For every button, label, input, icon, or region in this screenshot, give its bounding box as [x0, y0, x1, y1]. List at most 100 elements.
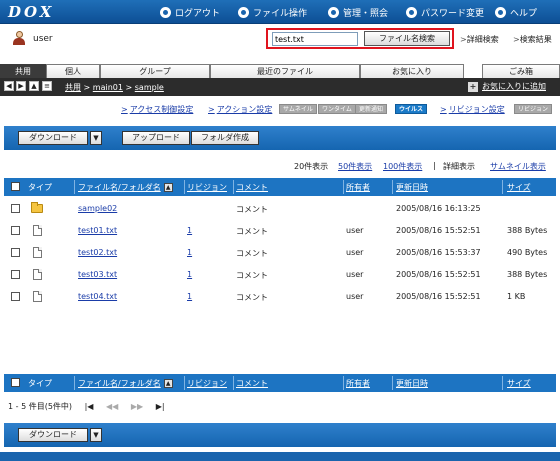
row-size: 388 Bytes — [507, 270, 548, 279]
table-row[interactable]: test01.txt 1 コメント user 2005/08/16 15:52:… — [4, 220, 556, 242]
file-icon — [33, 291, 42, 302]
breadcrumb-item-shared[interactable]: 共用 — [65, 83, 81, 92]
sort-asc-icon[interactable]: ▲ — [163, 183, 173, 192]
column-updated[interactable]: 更新日時 — [396, 378, 428, 389]
nav-help[interactable]: ヘルプ — [495, 5, 537, 19]
row-checkbox[interactable] — [11, 248, 20, 257]
row-owner: user — [346, 292, 364, 301]
search-results-link[interactable]: >検索結果 — [513, 34, 552, 45]
search-input[interactable] — [272, 32, 358, 46]
table-footer-header: タイプ ファイル名/フォルダ名 ▲ リビジョン コメント 所有者 更新日時 サイズ — [4, 374, 556, 392]
footer-bar — [0, 452, 560, 461]
revision-settings-link[interactable]: リビジョン設定 — [440, 104, 505, 115]
upload-button[interactable]: アップロード — [122, 131, 190, 145]
column-size[interactable]: サイズ — [507, 378, 531, 389]
path-bar: ◀ ▶ ▲ ≡ 共用 > main01 > sample + お気に入りに追加 — [0, 78, 560, 96]
virus-pill[interactable]: ウイルス — [395, 104, 428, 114]
download-button[interactable]: ダウンロード — [18, 131, 88, 145]
row-revision-link[interactable]: 1 — [187, 226, 192, 235]
update-notify-pill[interactable]: 更新通知 — [355, 104, 388, 114]
row-name-link[interactable]: test02.txt — [78, 248, 117, 257]
breadcrumb-item-sample[interactable]: sample — [135, 83, 164, 92]
row-updated: 2005/08/16 15:53:37 — [396, 248, 481, 257]
download-button-bottom[interactable]: ダウンロード — [18, 428, 88, 442]
pager-summary: 1 - 5 件目(5件中) — [8, 402, 73, 411]
sort-asc-icon[interactable]: ▲ — [163, 379, 173, 388]
row-comment: コメント — [236, 293, 268, 302]
tab-bar: 共用 個人 グループ 最近のファイル お気に入り ごみ箱 — [0, 64, 560, 78]
tab-recent-files[interactable]: 最近のファイル — [210, 64, 360, 78]
access-control-settings-link[interactable]: アクセス制御設定 — [121, 104, 194, 115]
tab-personal[interactable]: 個人 — [46, 64, 100, 78]
revision-pill[interactable]: リビジョン — [514, 104, 553, 114]
forward-arrow-icon[interactable]: ▶ — [16, 81, 26, 91]
table-row[interactable]: test02.txt 1 コメント user 2005/08/16 15:53:… — [4, 242, 556, 264]
nav-logout[interactable]: ログアウト — [160, 5, 220, 19]
column-comment[interactable]: コメント — [236, 182, 268, 193]
row-updated: 2005/08/16 15:52:51 — [396, 292, 481, 301]
row-name-link[interactable]: test03.txt — [78, 270, 117, 279]
next-page-icon[interactable]: ▶▶ — [131, 402, 143, 411]
row-checkbox[interactable] — [11, 204, 20, 213]
row-size: 1 KB — [507, 292, 526, 301]
plus-icon: + — [468, 82, 478, 92]
select-all-checkbox-bottom[interactable] — [11, 378, 20, 387]
back-arrow-icon[interactable]: ◀ — [4, 81, 14, 91]
last-page-icon[interactable]: ▶| — [156, 402, 165, 411]
breadcrumb-item-main01[interactable]: main01 — [93, 83, 123, 92]
thumbnail-view-link[interactable]: サムネイル表示 — [490, 161, 546, 172]
row-name-link[interactable]: test01.txt — [78, 226, 117, 235]
column-owner[interactable]: 所有者 — [346, 182, 370, 193]
onetime-pill[interactable]: ワンタイム — [318, 104, 356, 114]
column-type: タイプ — [28, 183, 52, 192]
nav-password-change[interactable]: パスワード変更 — [406, 5, 484, 19]
column-owner[interactable]: 所有者 — [346, 378, 370, 389]
table-row[interactable]: test03.txt 1 コメント user 2005/08/16 15:52:… — [4, 264, 556, 286]
row-name-link[interactable]: sample02 — [78, 204, 117, 213]
nav-admin[interactable]: 管理・照会 — [328, 5, 388, 19]
bottom-toolbar: ダウンロード ▼ — [4, 423, 556, 447]
pager: 1 - 5 件目(5件中) |◀ ◀◀ ▶▶ ▶| — [8, 401, 175, 412]
column-updated[interactable]: 更新日時 — [396, 182, 428, 193]
download-dropdown-arrow-icon[interactable]: ▼ — [90, 428, 102, 442]
thumbnail-pill[interactable]: サムネイル — [279, 104, 317, 114]
first-page-icon[interactable]: |◀ — [85, 402, 94, 411]
tree-view-icon[interactable]: ≡ — [42, 81, 52, 91]
table-row[interactable]: test04.txt 1 コメント user 2005/08/16 15:52:… — [4, 286, 556, 308]
row-name-link[interactable]: test04.txt — [78, 292, 117, 301]
row-checkbox[interactable] — [11, 292, 20, 301]
tab-favorites[interactable]: お気に入り — [360, 64, 464, 78]
column-comment[interactable]: コメント — [236, 378, 268, 389]
table-row[interactable]: sample02 コメント 2005/08/16 16:13:25 — [4, 198, 556, 220]
row-checkbox[interactable] — [11, 226, 20, 235]
advanced-search-link[interactable]: >詳細検索 — [460, 34, 499, 45]
action-settings-link[interactable]: アクション設定 — [208, 104, 273, 115]
add-favorite-link[interactable]: + お気に入りに追加 — [468, 81, 546, 92]
view-100-link[interactable]: 100件表示 — [383, 161, 422, 172]
nav-file-operation[interactable]: ファイル操作 — [238, 5, 307, 19]
tab-trash[interactable]: ごみ箱 — [482, 64, 560, 78]
download-dropdown-arrow-icon[interactable]: ▼ — [90, 131, 102, 145]
create-folder-button[interactable]: フォルダ作成 — [191, 131, 259, 145]
filename-search-button[interactable]: ファイル名検索 — [364, 31, 450, 46]
row-checkbox[interactable] — [11, 270, 20, 279]
row-comment: コメント — [236, 227, 268, 236]
column-name[interactable]: ファイル名/フォルダ名 ▲ — [78, 378, 173, 389]
row-revision-link[interactable]: 1 — [187, 292, 192, 301]
column-name[interactable]: ファイル名/フォルダ名 ▲ — [78, 182, 173, 193]
prev-page-icon[interactable]: ◀◀ — [106, 402, 118, 411]
view-50-link[interactable]: 50件表示 — [338, 161, 372, 172]
logout-icon — [160, 6, 171, 18]
row-revision-link[interactable]: 1 — [187, 270, 192, 279]
column-size[interactable]: サイズ — [507, 182, 531, 193]
column-revision[interactable]: リビジョン — [187, 182, 227, 193]
tab-shared[interactable]: 共用 — [0, 64, 46, 78]
folder-up-icon[interactable]: ▲ — [29, 81, 39, 91]
select-all-checkbox[interactable] — [11, 182, 20, 191]
search-area: ファイル名検索 — [266, 28, 454, 49]
row-revision-link[interactable]: 1 — [187, 248, 192, 257]
file-operation-icon — [238, 6, 249, 18]
column-revision[interactable]: リビジョン — [187, 378, 227, 389]
nav-logout-label: ログアウト — [175, 8, 221, 19]
tab-group[interactable]: グループ — [100, 64, 210, 78]
